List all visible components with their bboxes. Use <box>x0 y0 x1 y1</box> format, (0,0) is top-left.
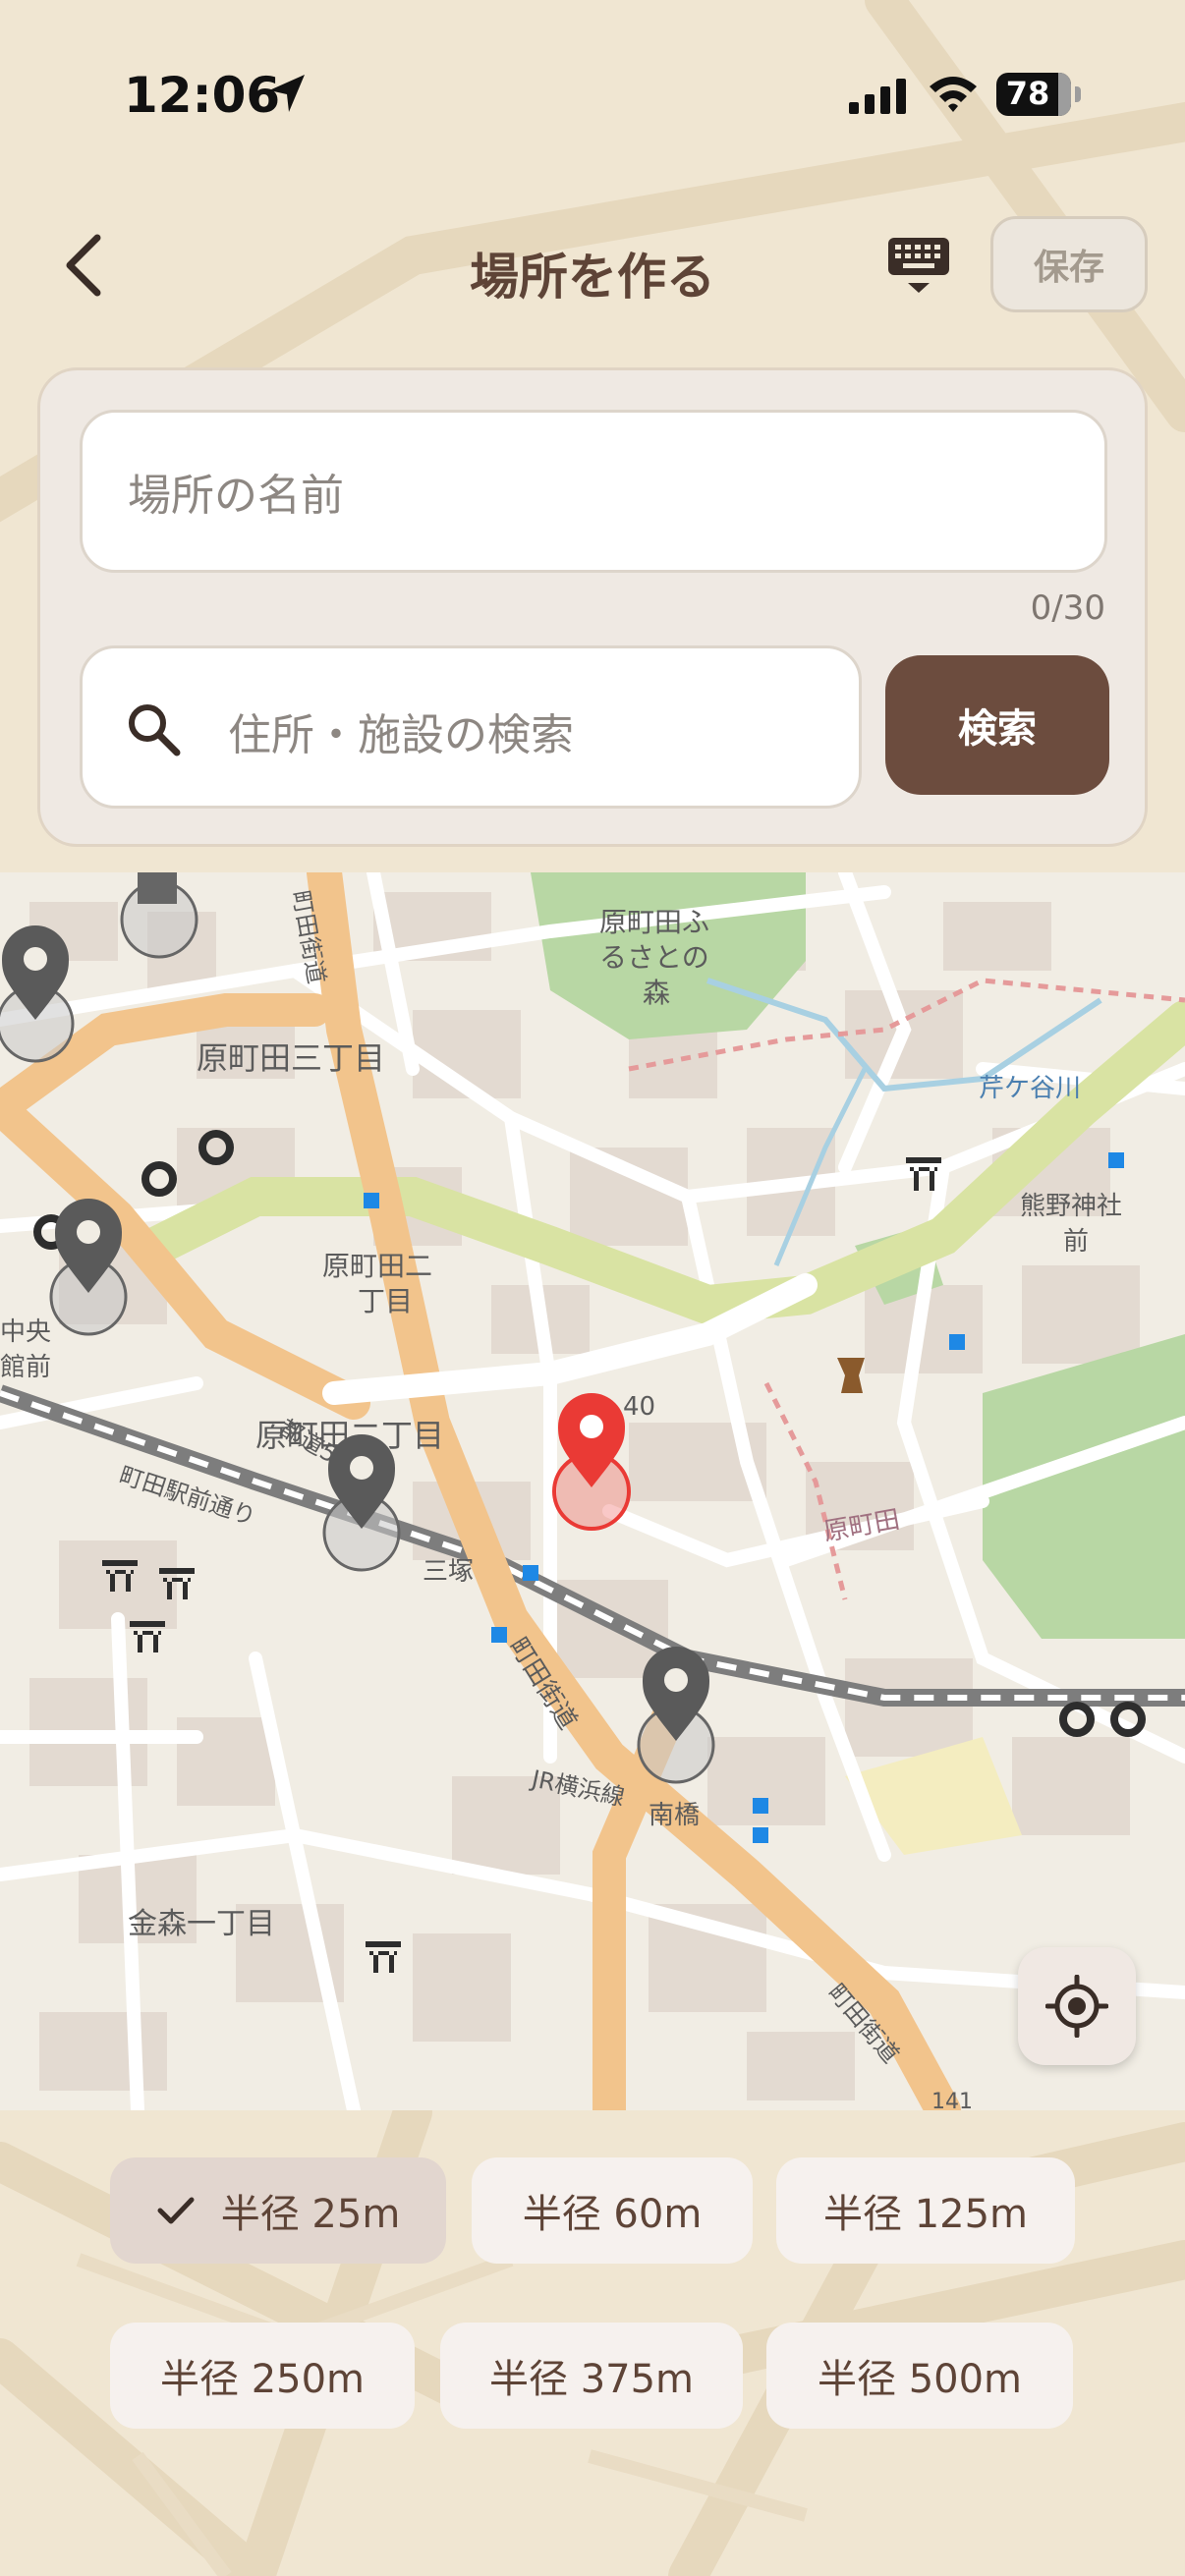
map-label: 館前 <box>0 1353 51 1382</box>
map-canvas[interactable]: 原町田ふ るさとの 森 原町田三丁目 原町田二 丁目 原町田二丁目 町田駅前通り… <box>0 872 1185 2110</box>
crosshair-icon <box>1045 1975 1108 2038</box>
keyboard-dismiss-button[interactable] <box>884 232 953 301</box>
map-label: 南橋 <box>649 1801 700 1830</box>
radius-chip-250m[interactable]: 半径 250m <box>110 2323 415 2429</box>
radius-chip-label: 半径 375m <box>488 2357 695 2402</box>
radius-chip-125m[interactable]: 半径 125m <box>776 2157 1075 2264</box>
map-label: 前 <box>1063 1227 1089 1257</box>
radius-chip-label: 半径 60m <box>522 2192 703 2237</box>
radius-chip-60m[interactable]: 半径 60m <box>472 2157 753 2264</box>
map-label: 金森一丁目 <box>128 1907 275 1941</box>
status-time: 12:06 <box>124 67 281 124</box>
map-label: 丁目 <box>358 1285 413 1317</box>
map-label: るさとの <box>599 941 709 974</box>
save-button[interactable]: 保存 <box>990 216 1148 312</box>
map-label: 三塚 <box>423 1557 474 1587</box>
search-icon <box>129 704 181 756</box>
search-button[interactable]: 検索 <box>885 655 1109 795</box>
search-placeholder: 住所・施設の検索 <box>228 710 574 760</box>
map-label: 原町田ふ <box>599 906 709 938</box>
map-label: 中央 <box>0 1317 51 1347</box>
navigation-bar: 場所を作る 保存 <box>0 196 1185 334</box>
address-search-input[interactable]: 住所・施設の検索 <box>80 645 862 809</box>
name-character-counter: 0/30 <box>1030 588 1105 628</box>
map-label: 原町田二 <box>322 1250 432 1282</box>
map-view[interactable]: 原町田ふ るさとの 森 原町田三丁目 原町田二 丁目 原町田二丁目 町田駅前通り… <box>0 872 1185 2110</box>
map-label: 森 <box>643 977 670 1009</box>
location-arrow-icon <box>269 75 305 112</box>
battery-level: 78 <box>1005 75 1050 112</box>
keyboard-icon <box>888 238 949 293</box>
radius-chip-500m[interactable]: 半径 500m <box>766 2323 1073 2429</box>
map-label: 40 <box>623 1392 655 1422</box>
map-label: 芹ケ谷川 <box>979 1074 1081 1103</box>
current-location-button[interactable] <box>1018 1947 1136 2065</box>
map-label: 熊野神社 <box>1020 1192 1122 1221</box>
status-bar: 12:06 78 <box>0 0 1185 187</box>
radius-chip-375m[interactable]: 半径 375m <box>440 2323 743 2429</box>
place-form-card: 場所の名前 0/30 住所・施設の検索 検索 <box>37 367 1148 847</box>
radius-chip-label: 半径 500m <box>817 2357 1023 2402</box>
battery-indicator: 78 <box>996 73 1081 116</box>
radius-chip-25m[interactable]: 半径 25m <box>110 2157 446 2264</box>
map-label: 141 <box>931 2090 973 2110</box>
radius-chip-label: 半径 250m <box>159 2357 366 2402</box>
check-icon <box>156 2195 196 2226</box>
cellular-signal-icon <box>849 79 906 114</box>
map-label: 原町田三丁目 <box>197 1039 385 1077</box>
radius-chip-label: 半径 125m <box>822 2192 1029 2237</box>
wifi-icon <box>930 77 977 112</box>
radius-chip-label: 半径 25m <box>220 2192 401 2237</box>
place-name-input[interactable]: 場所の名前 <box>80 410 1107 573</box>
